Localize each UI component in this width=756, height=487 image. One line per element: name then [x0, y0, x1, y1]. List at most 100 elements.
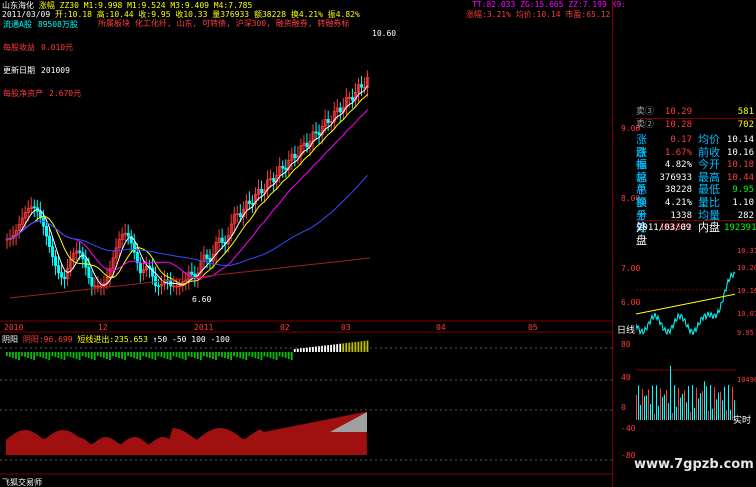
sub-bar	[299, 348, 302, 352]
intraday-vol-bar	[668, 403, 669, 420]
sub-bar	[87, 352, 90, 358]
ma-line	[6, 85, 368, 287]
high-price-label: 10.60	[372, 29, 397, 38]
candle-body	[78, 250, 82, 254]
sub-bar	[21, 352, 23, 356]
intraday-vol-bar	[690, 411, 691, 420]
candle-body	[60, 272, 64, 278]
candle-body	[238, 213, 242, 218]
quote-stats: 涨跌 0.17 均价 10.14 涨幅 1.67% 前收 10.16 振幅 4.82% 今开 10…	[636, 133, 756, 246]
intraday-y-tick: 10.07	[737, 310, 756, 318]
sub-indicator-title[interactable]: 阴阳	[2, 335, 18, 344]
info-value: 201009	[41, 66, 70, 75]
sub-bar	[312, 346, 314, 352]
intraday-vol-bar	[714, 387, 715, 420]
candle-body	[63, 276, 67, 280]
sub-bar	[190, 352, 193, 357]
sub-bar	[363, 340, 366, 352]
candle-body	[48, 235, 52, 247]
candle-body	[251, 203, 255, 205]
sub-bar	[333, 344, 336, 352]
intraday-vol-bar	[640, 404, 641, 420]
sub-bar	[293, 349, 296, 352]
sub-bar	[212, 352, 214, 359]
intraday-y-tick: 10.20	[737, 264, 756, 272]
sub-bar	[336, 344, 339, 352]
sub-bar	[48, 352, 51, 360]
sub-bar	[269, 352, 272, 358]
stat-row: 涨幅 1.67% 前收 10.16	[636, 145, 754, 172]
intraday-chart[interactable]	[636, 234, 736, 424]
realtime-button[interactable]: 实时	[733, 413, 751, 426]
sub-bar	[193, 352, 196, 358]
candle-body	[84, 258, 88, 268]
sub-bar	[199, 352, 202, 360]
intraday-vol-bar	[708, 410, 709, 420]
intraday-vol-bar	[696, 387, 697, 420]
sub-bar	[342, 343, 345, 352]
sub-bar	[154, 352, 157, 360]
intraday-vol-bar	[674, 385, 675, 420]
sub-bar	[163, 352, 166, 358]
sub-bar	[284, 352, 287, 358]
sub-bar	[233, 352, 236, 356]
sub-bar	[142, 352, 145, 356]
candle-body	[220, 237, 224, 243]
intraday-vol-bar	[648, 389, 649, 420]
intraday-vol-bar	[702, 391, 703, 420]
candle-body	[272, 178, 276, 183]
intraday-date: 2011/03/09	[637, 223, 692, 233]
intraday-vol-bar	[638, 385, 639, 420]
candle-body	[190, 271, 194, 275]
sub-bar	[115, 352, 117, 357]
intraday-vol-bar	[678, 387, 679, 420]
sub-bar	[287, 352, 290, 359]
main-kline-chart[interactable]	[0, 0, 612, 487]
sub-bar	[112, 352, 114, 356]
sub-bar	[302, 347, 305, 352]
inner-value: 192391	[724, 223, 756, 234]
candle-body	[293, 153, 297, 159]
sub-bar	[96, 352, 99, 356]
info-label: 每股净资产	[3, 89, 43, 98]
sub-bar	[236, 352, 239, 357]
sub-bar	[81, 352, 84, 356]
stat-row: 换手 4.21% 量比 1.10	[636, 195, 754, 222]
intraday-vol-bar	[676, 406, 677, 420]
sub-bar	[275, 352, 278, 360]
sub-bar	[30, 352, 33, 359]
intraday-vol-bar	[646, 395, 647, 420]
x-tick-05: 05	[528, 323, 538, 332]
sub-bar	[290, 352, 293, 360]
intraday-vol-bar	[652, 385, 653, 420]
candle-body	[126, 232, 130, 237]
candle-body	[260, 188, 264, 194]
sub-bar	[175, 352, 178, 357]
sub-bar	[239, 352, 242, 358]
sub-bar	[133, 352, 136, 358]
x-tick-2010: 2010	[4, 323, 24, 332]
intraday-vol-bar	[658, 405, 659, 420]
intraday-vol-bar	[666, 389, 667, 420]
info-value: 2.670元	[49, 89, 82, 98]
intraday-vol-bar	[712, 408, 713, 420]
candle-body	[57, 265, 61, 274]
sub-bar	[75, 352, 78, 359]
x-tick-12: 12	[98, 323, 108, 332]
sector-note: 所属板块 化工化纤, 山东, 可转债, 沪深300, 融资融券, 转融券标	[98, 19, 350, 28]
candle-body	[284, 167, 288, 170]
intraday-vol-bar	[692, 385, 693, 420]
sub-bar	[172, 352, 175, 356]
sub-bar	[124, 352, 126, 360]
candle-body	[351, 97, 355, 101]
sub-bar	[321, 345, 323, 352]
intraday-vol-bar	[704, 381, 705, 420]
sub-bar	[151, 352, 154, 359]
candle-body	[205, 254, 209, 259]
sub-bar	[266, 352, 269, 357]
sub-bar	[218, 352, 220, 356]
sub-bar	[127, 352, 129, 356]
sub-bar	[327, 345, 329, 352]
sub-bar	[360, 341, 363, 352]
sub-bar	[263, 352, 266, 356]
